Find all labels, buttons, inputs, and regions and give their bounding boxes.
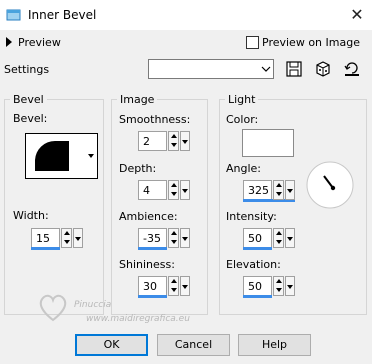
shininess-label: Shininess: [119, 258, 175, 271]
preview-toggle[interactable]: Preview [6, 36, 66, 50]
preview-on-image-label[interactable]: Preview on Image [262, 36, 360, 49]
shininess-dropdown-arrow[interactable] [180, 276, 190, 296]
width-input[interactable]: 15 [31, 228, 60, 248]
image-group-label: Image [117, 93, 158, 106]
bevel-dropdown-button[interactable] [86, 133, 98, 179]
intensity-focus-underline [243, 247, 272, 250]
shininess-up-down[interactable] [168, 276, 179, 296]
width-spinner[interactable]: 15 [31, 228, 86, 250]
elevation-label: Elevation: [226, 258, 281, 271]
width-dropdown-arrow[interactable] [73, 228, 83, 248]
depth-input[interactable]: 4 [138, 180, 167, 200]
ambience-input[interactable]: -35 [138, 228, 167, 248]
depth-up-down[interactable] [168, 180, 179, 200]
randomize-icon[interactable] [313, 59, 333, 79]
light-color-swatch[interactable] [242, 129, 294, 157]
bevel-group [4, 99, 104, 315]
intensity-input[interactable]: 50 [243, 228, 272, 248]
angle-up-down[interactable] [273, 180, 284, 200]
ambience-label: Ambience: [119, 210, 178, 223]
angle-spinner[interactable]: 325 [243, 180, 298, 202]
watermark-logo [39, 294, 67, 322]
reset-icon[interactable] [342, 59, 362, 79]
preview-on-image-checkbox[interactable] [246, 36, 259, 49]
intensity-label: Intensity: [226, 210, 277, 223]
settings-label: Settings [4, 63, 50, 76]
width-up-down[interactable] [61, 228, 72, 248]
smoothness-dropdown-arrow[interactable] [180, 131, 190, 151]
title-bar: Inner Bevel ✕ [0, 0, 372, 30]
ok-button[interactable]: OK [75, 334, 148, 356]
color-label: Color: [226, 113, 259, 126]
app-icon [6, 9, 21, 21]
smoothness-input[interactable]: 2 [138, 131, 167, 151]
smoothness-label: Smoothness: [119, 113, 191, 126]
elevation-focus-underline [243, 295, 272, 298]
cancel-button[interactable]: Cancel [157, 334, 230, 356]
window-title: Inner Bevel [28, 8, 97, 22]
angle-label: Angle: [226, 162, 262, 175]
help-button[interactable]: Help [238, 334, 311, 356]
angle-input[interactable]: 325 [243, 180, 272, 200]
depth-spinner[interactable]: 4 [138, 180, 193, 200]
elevation-up-down[interactable] [273, 276, 284, 296]
shininess-spinner[interactable]: 30 [138, 276, 193, 298]
depth-dropdown-arrow[interactable] [180, 180, 190, 200]
elevation-spinner[interactable]: 50 [243, 276, 298, 298]
dropdown-arrow-icon [88, 154, 94, 158]
width-focus-underline [31, 247, 60, 250]
bevel-shape-preview [35, 140, 69, 171]
width-label: Width: [13, 209, 49, 222]
close-icon[interactable]: ✕ [348, 6, 366, 24]
watermark-name: Pinuccia [74, 300, 112, 310]
save-preset-icon[interactable] [284, 59, 304, 79]
intensity-dropdown-arrow[interactable] [285, 228, 295, 248]
elevation-input[interactable]: 50 [243, 276, 272, 296]
shininess-focus-underline [138, 295, 167, 298]
intensity-spinner[interactable]: 50 [243, 228, 298, 250]
ambience-focus-underline [138, 247, 167, 250]
watermark-url: www.maidiregrafica.eu [86, 314, 190, 324]
preview-label: Preview [18, 36, 61, 49]
ambience-dropdown-arrow[interactable] [180, 228, 190, 248]
elevation-dropdown-arrow[interactable] [285, 276, 295, 296]
bevel-group-label: Bevel [10, 93, 47, 106]
angle-dropdown-arrow[interactable] [285, 180, 295, 200]
ambience-up-down[interactable] [168, 228, 179, 248]
intensity-up-down[interactable] [273, 228, 284, 248]
depth-label: Depth: [119, 162, 157, 175]
bevel-label: Bevel: [13, 112, 48, 125]
dropdown-arrow-icon [261, 66, 271, 72]
ambience-spinner[interactable]: -35 [138, 228, 193, 250]
preset-dropdown[interactable] [148, 59, 274, 79]
smoothness-up-down[interactable] [168, 131, 179, 151]
shininess-input[interactable]: 30 [138, 276, 167, 296]
light-group-label: Light [225, 93, 259, 106]
bevel-shape-picker[interactable] [25, 133, 87, 179]
smoothness-spinner[interactable]: 2 [138, 131, 193, 151]
expand-triangle-icon [6, 37, 12, 47]
angle-dial-icon[interactable] [305, 160, 355, 210]
